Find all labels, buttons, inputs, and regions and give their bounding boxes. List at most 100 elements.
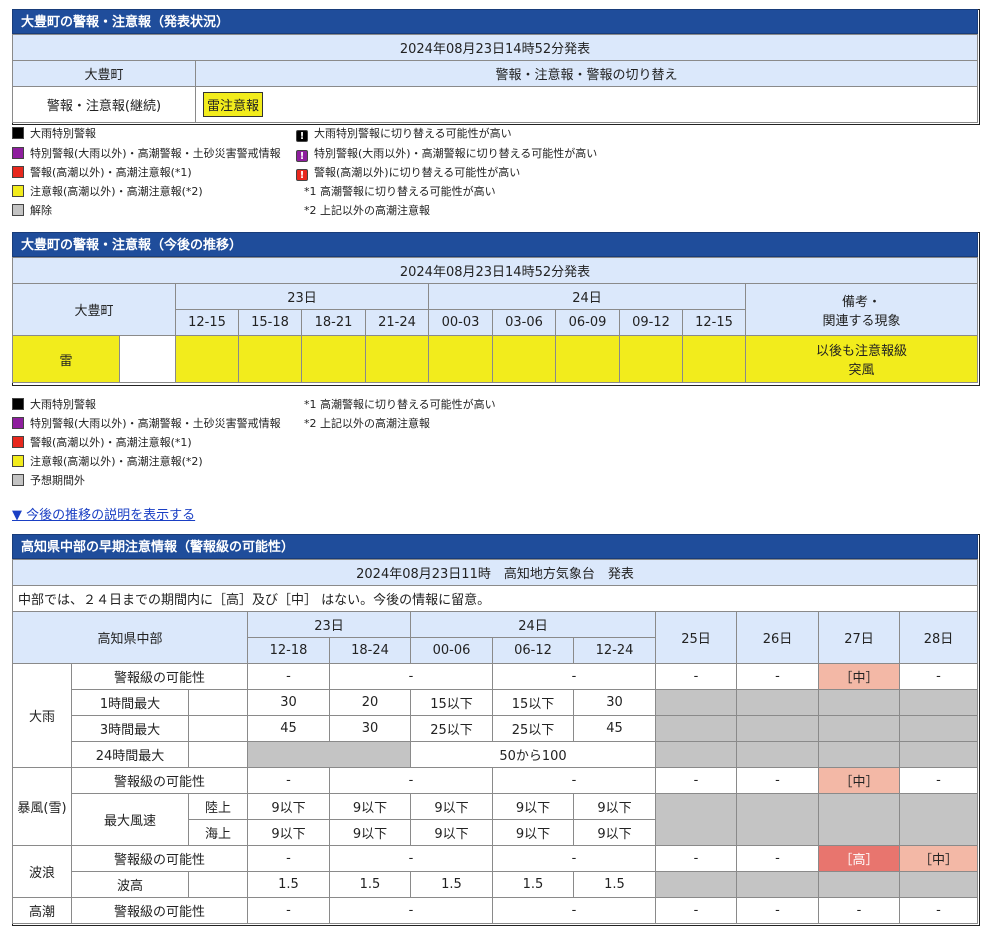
value-cell: 1.5 [573, 871, 656, 898]
time-header: 12-24 [573, 637, 656, 664]
high-possibility-cell: ［高］ [818, 845, 900, 872]
legend-note: *1 高潮警報に切り替える可能性が高い [304, 185, 496, 198]
value-cell: 9以下 [247, 819, 330, 846]
day-header: 26日 [736, 611, 819, 664]
value-cell: - [492, 845, 656, 872]
value-cell: - [899, 897, 978, 924]
value-cell: 9以下 [247, 793, 330, 820]
time-header: 03-06 [492, 309, 556, 336]
rain-24h-label: 24時間最大 [71, 741, 189, 768]
show-trend-explanation-link[interactable]: ▼ 今後の推移の説明を表示する [12, 504, 195, 523]
mid-possibility-cell: ［中］ [818, 663, 900, 690]
legend-item: 警報(高潮以外)・高潮注意報(*1) [12, 436, 192, 450]
forecast-trend-section: 大豊町の警報・注意報（今後の推移） 2024年08月23日14時52分発表 大豊… [12, 232, 980, 386]
max-wind-label: 最大風速 [71, 793, 189, 846]
value-cell: 1.5 [247, 871, 330, 898]
value-cell: 25以下 [410, 715, 493, 742]
value-cell: 15以下 [492, 689, 574, 716]
area-header: 大豊町 [12, 60, 196, 87]
day-header: 24日 [410, 611, 656, 638]
value-cell: 45 [247, 715, 330, 742]
time-header: 00-03 [428, 309, 493, 336]
forecast-trend-title: 大豊町の警報・注意報（今後の推移） [12, 232, 978, 257]
forecast-trend-table: 2024年08月23日14時52分発表 大豊町 23日 24日 備考・ 関連する現… [12, 257, 978, 383]
yellow-swatch [12, 185, 24, 197]
value-cell: - [247, 845, 330, 872]
value-cell: 9以下 [329, 793, 411, 820]
time-header: 12-15 [175, 309, 239, 336]
red-swatch [12, 166, 24, 178]
value-cell: 9以下 [573, 819, 656, 846]
value-cell: - [329, 845, 493, 872]
value-cell: - [329, 767, 493, 794]
area-header: 高知県中部 [12, 611, 248, 664]
day-header: 23日 [175, 283, 429, 310]
legend-item: 特別警報(大雨以外)・高潮警報・土砂災害警戒情報 [12, 147, 281, 161]
possibility-label: 警報級の可能性 [71, 897, 248, 924]
value-cell: 1.5 [329, 871, 411, 898]
legend-item: 注意報(高潮以外)・高潮注意報(*2) [12, 185, 203, 199]
value-cell: 9以下 [329, 819, 411, 846]
time-header: 21-24 [365, 309, 429, 336]
black-swatch [12, 398, 24, 410]
value-cell: 15以下 [410, 689, 493, 716]
value-cell: - [329, 897, 493, 924]
day-header: 27日 [818, 611, 900, 664]
value-cell: - [736, 663, 819, 690]
purple-swatch [12, 417, 24, 429]
day-header: 25日 [655, 611, 737, 664]
possibility-label: 警報級の可能性 [71, 767, 248, 794]
forecast-cell [492, 335, 556, 383]
rain-3h-label: 3時間最大 [71, 715, 189, 742]
forecast-cell [301, 335, 366, 383]
legend-1: 大雨特別警報 特別警報(大雨以外)・高潮警報・土砂災害警戒情報 警報(高潮以外)… [12, 127, 972, 222]
sea-label: 海上 [188, 819, 248, 846]
value-cell: 30 [573, 689, 656, 716]
gray-swatch [12, 474, 24, 486]
value-cell: - [492, 897, 656, 924]
legend-note: *2 上記以外の高潮注意報 [304, 204, 430, 217]
wave-height-label: 波高 [71, 871, 189, 898]
time-header: 09-12 [619, 309, 683, 336]
legend-note: *2 上記以外の高潮注意報 [304, 417, 430, 430]
possibility-label: 警報級の可能性 [71, 663, 248, 690]
early-warning-title: 高知県中部の早期注意情報（警報級の可能性） [12, 534, 978, 559]
legend-item: 特別警報(大雨以外)・高潮警報・土砂災害警戒情報 [12, 417, 281, 431]
forecast-cell [555, 335, 620, 383]
time-header: 15-18 [238, 309, 302, 336]
waves-label: 波浪 [12, 845, 72, 898]
purple-exclamation-icon: ! [296, 150, 308, 162]
possibility-label: 警報級の可能性 [71, 845, 248, 872]
time-header: 12-18 [247, 637, 330, 664]
forecast-cell [365, 335, 429, 383]
issued-time: 2024年08月23日11時 高知地方気象台 発表 [12, 559, 978, 586]
remarks-cell: 以後も注意報級 突風 [745, 335, 978, 383]
current-status-section: 大豊町の警報・注意報（発表状況） 2024年08月23日14時52分発表 大豊町… [12, 9, 980, 125]
time-header: 12-15 [682, 309, 746, 336]
black-swatch [12, 127, 24, 139]
red-swatch [12, 436, 24, 448]
legend-item: 注意報(高潮以外)・高潮注意報(*2) [12, 455, 203, 469]
thunder-row-label: 雷 [12, 335, 120, 383]
time-header: 06-12 [492, 637, 574, 664]
value-cell: - [899, 767, 978, 794]
forecast-cell [175, 335, 239, 383]
legend-item: 警報(高潮以外)・高潮注意報(*1) [12, 166, 192, 180]
value-cell: - [736, 897, 819, 924]
time-header: 06-09 [555, 309, 620, 336]
early-warning-section: 高知県中部の早期注意情報（警報級の可能性） 2024年08月23日11時 高知地… [12, 534, 980, 926]
early-warning-table: 2024年08月23日11時 高知地方気象台 発表 中部では、２４日までの期間内… [12, 559, 978, 924]
forecast-cell [238, 335, 302, 383]
value-cell: 9以下 [492, 793, 574, 820]
legend-item: 予想期間外 [12, 474, 85, 488]
time-header: 18-24 [329, 637, 411, 664]
value-cell: - [655, 897, 737, 924]
forecast-cell [428, 335, 493, 383]
value-cell: 45 [573, 715, 656, 742]
purple-swatch [12, 147, 24, 159]
thunder-advisory-badge[interactable]: 雷注意報 [203, 92, 264, 117]
legend-item: ! 特別警報(大雨以外)・高潮警報に切り替える可能性が高い [296, 147, 597, 162]
yellow-swatch [12, 455, 24, 467]
value-cell: - [655, 767, 737, 794]
forecast-cell [619, 335, 683, 383]
